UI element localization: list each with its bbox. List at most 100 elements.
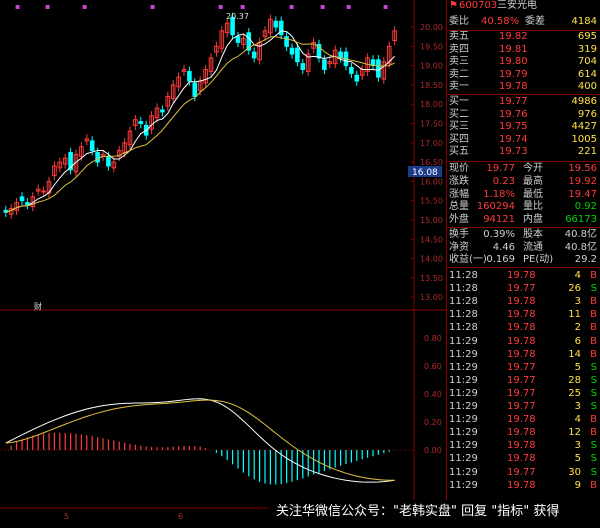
quote-label2: 内盘 xyxy=(523,214,543,226)
date-label-6: 6 xyxy=(178,512,183,521)
macd-tick-label: 0.00 xyxy=(424,446,442,455)
bid-label: 买一 xyxy=(449,96,469,107)
event-marker-dot: ▪ xyxy=(15,2,20,11)
tick-row: 11:29 19.78 5 S xyxy=(447,453,600,465)
fund-label2: 流通 xyxy=(523,241,543,253)
diff-value: 4184 xyxy=(571,16,597,27)
tick-side: B xyxy=(590,479,597,491)
quote-label2: 最高 xyxy=(523,175,543,187)
tick-time: 11:28 xyxy=(449,283,478,295)
diff-label: 委差 xyxy=(525,16,545,27)
tick-price: 19.78 xyxy=(507,427,536,439)
candle-body xyxy=(106,155,111,167)
fund-label: 收益(一) xyxy=(449,254,487,266)
bid-volume: 4986 xyxy=(571,96,597,107)
tick-side: S xyxy=(590,440,597,452)
tick-price: 19.78 xyxy=(507,296,536,308)
quote-value2: 0.92 xyxy=(574,201,597,213)
quote-panel: ⚑ 600703 三安光电 委比 40.58% 委差 4184 卖五 19.82 6… xyxy=(446,0,600,524)
tick-price: 19.78 xyxy=(507,335,536,347)
quote-row: 涨幅 1.18% 最低 19.47 xyxy=(447,189,600,201)
tick-row: 11:29 19.78 3 S xyxy=(447,440,600,452)
bid-volume: 4427 xyxy=(571,121,597,133)
macd-indicator xyxy=(5,398,396,485)
tick-side: S xyxy=(590,401,597,412)
moving-averages xyxy=(5,30,395,213)
divider xyxy=(447,227,600,228)
candle-body xyxy=(187,70,192,82)
tick-row: 11:28 19.77 26 S xyxy=(447,283,600,295)
tick-side: B xyxy=(590,427,597,439)
tick-time: 11:29 xyxy=(449,427,478,439)
price-tick-label: 19.00 xyxy=(420,62,443,71)
tick-volume: 5 xyxy=(574,361,581,373)
tick-row: 11:28 19.78 4 B xyxy=(447,270,600,282)
tick-price: 19.77 xyxy=(507,387,536,399)
tick-side: B xyxy=(590,322,597,334)
tick-volume: 6 xyxy=(574,335,581,347)
kline-chart-area[interactable]: 20.00 19.50 19.00 18.50 18.00 17.50 17.00 16.50… xyxy=(0,0,446,524)
tick-time: 11:29 xyxy=(449,374,478,386)
bid-row: 买一 19.77 4986 xyxy=(447,96,600,108)
quote-row: 总量 160294 量比 0.92 xyxy=(447,201,600,213)
fund-value2: 29.2 xyxy=(574,254,597,266)
quote-label2: 量比 xyxy=(523,201,543,213)
quote-row: 现价 19.77 今开 19.56 xyxy=(447,163,600,175)
ma5-line xyxy=(5,30,395,213)
tick-row: 11:29 19.78 6 B xyxy=(447,336,600,348)
kline-chart[interactable]: 20.00 19.50 19.00 18.50 18.00 17.50 17.00 16.50… xyxy=(0,0,446,524)
tick-side: S xyxy=(590,387,597,399)
bid-price: 19.77 xyxy=(499,96,528,107)
tick-price: 19.78 xyxy=(507,479,536,491)
tick-price: 19.77 xyxy=(507,374,536,386)
ask-row: 卖五 19.82 695 xyxy=(447,31,600,43)
event-marker-dot: ▪ xyxy=(289,2,294,11)
tick-time: 11:28 xyxy=(449,296,478,308)
stock-flag-icon: ⚑ xyxy=(449,0,458,11)
candle-body xyxy=(19,196,25,202)
ask-price: 19.78 xyxy=(499,81,528,93)
price-tick-label: 15.00 xyxy=(420,216,443,225)
order-ratio-row: 委比 40.58% 委差 4184 xyxy=(447,16,600,28)
bid-price: 19.74 xyxy=(499,133,528,145)
bid-volume: 976 xyxy=(577,108,597,120)
event-marker-dot: ▪ xyxy=(240,2,245,11)
price-tick-label: 15.50 xyxy=(420,197,443,206)
divider xyxy=(447,94,600,95)
tick-row: 11:29 19.77 25 S xyxy=(447,388,600,400)
tick-time: 11:29 xyxy=(449,479,478,491)
tick-price: 19.77 xyxy=(507,283,536,295)
price-tick-label: 16.50 xyxy=(420,158,443,167)
candle-body xyxy=(278,20,284,36)
ask-price: 19.79 xyxy=(499,68,528,80)
tick-volume: 30 xyxy=(568,466,581,478)
tick-side: S xyxy=(590,361,597,373)
fund-value: 0.169 xyxy=(486,254,515,266)
bid-label: 买三 xyxy=(449,121,469,133)
tick-time: 11:29 xyxy=(449,361,478,373)
candle-body xyxy=(349,67,354,74)
fund-label: 换手 xyxy=(449,229,469,240)
price-axis: 20.00 19.50 19.00 18.50 18.00 17.50 17.00 16.50… xyxy=(411,23,443,302)
tick-time: 11:29 xyxy=(449,335,478,347)
fund-value2: 40.8亿 xyxy=(564,241,597,253)
ask-row: 卖三 19.80 704 xyxy=(447,56,600,68)
tick-row: 11:29 19.78 12 B xyxy=(447,427,600,439)
price-tick-label: 14.00 xyxy=(420,255,443,264)
tick-time: 11:28 xyxy=(449,322,478,334)
top-markers: ▪ ▪ ▪ ▪ ▪ ▪ ▪ ▪ ▪ ▪ xyxy=(15,2,388,11)
tick-volume: 3 xyxy=(574,440,581,452)
fund-value: 0.39% xyxy=(483,229,515,240)
event-marker-dot: ▪ xyxy=(383,2,388,11)
tick-volume: 9 xyxy=(574,479,581,491)
tick-volume: 26 xyxy=(568,283,581,295)
macd-tick-label: 0.60 xyxy=(424,362,442,371)
tick-time: 11:29 xyxy=(449,466,478,478)
quote-label: 外盘 xyxy=(449,214,469,226)
tick-price: 19.78 xyxy=(507,453,536,465)
bid-row: 买四 19.74 1005 xyxy=(447,134,600,146)
tick-volume: 14 xyxy=(568,348,581,360)
tick-volume: 12 xyxy=(568,427,581,439)
fund-value: 4.46 xyxy=(492,241,515,253)
quote-value2: 19.47 xyxy=(568,188,597,200)
